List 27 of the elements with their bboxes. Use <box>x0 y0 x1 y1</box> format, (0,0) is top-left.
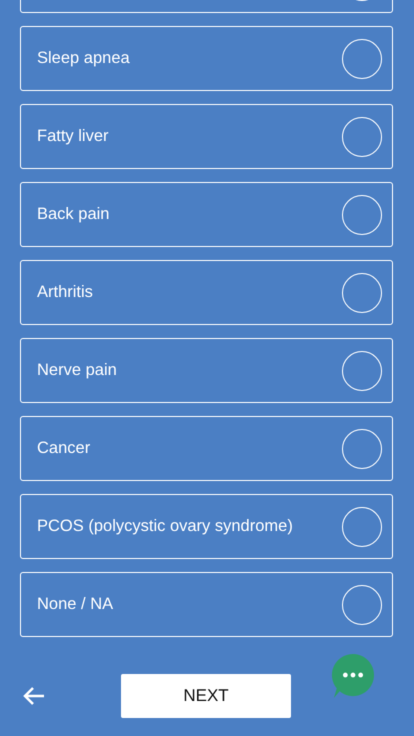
option-card[interactable]: Arthritis <box>20 260 393 325</box>
option-card[interactable]: Cancer <box>20 416 393 481</box>
option-card[interactable]: PCOS (polycystic ovary syndrome) <box>20 494 393 559</box>
option-card[interactable]: Sleep apnea <box>20 26 393 91</box>
option-label: Cancer <box>37 438 90 460</box>
back-arrow-icon[interactable] <box>22 686 46 706</box>
option-card[interactable]: None / NA <box>20 572 393 637</box>
option-card[interactable]: Fatty liver <box>20 104 393 169</box>
radio-button[interactable] <box>342 38 382 78</box>
option-label: Fatty liver <box>37 126 109 148</box>
radio-button[interactable] <box>342 116 382 156</box>
chat-icon[interactable] <box>331 654 375 698</box>
option-label: Nerve pain <box>37 360 117 382</box>
next-button[interactable]: NEXT <box>121 674 291 718</box>
option-label: Arthritis <box>37 282 93 304</box>
radio-button[interactable] <box>342 584 382 624</box>
option-label: PCOS (polycystic ovary syndrome) <box>37 516 293 538</box>
option-card[interactable]: Nerve pain <box>20 338 393 403</box>
option-label: Sleep apnea <box>37 48 130 70</box>
radio-button[interactable] <box>342 272 382 312</box>
option-label: Back pain <box>37 204 110 226</box>
radio-button[interactable] <box>342 350 382 390</box>
radio-button[interactable] <box>342 194 382 234</box>
radio-button[interactable] <box>342 428 382 468</box>
option-card[interactable]: Back pain <box>20 182 393 247</box>
option-label: None / NA <box>37 594 114 616</box>
radio-button[interactable] <box>342 506 382 546</box>
